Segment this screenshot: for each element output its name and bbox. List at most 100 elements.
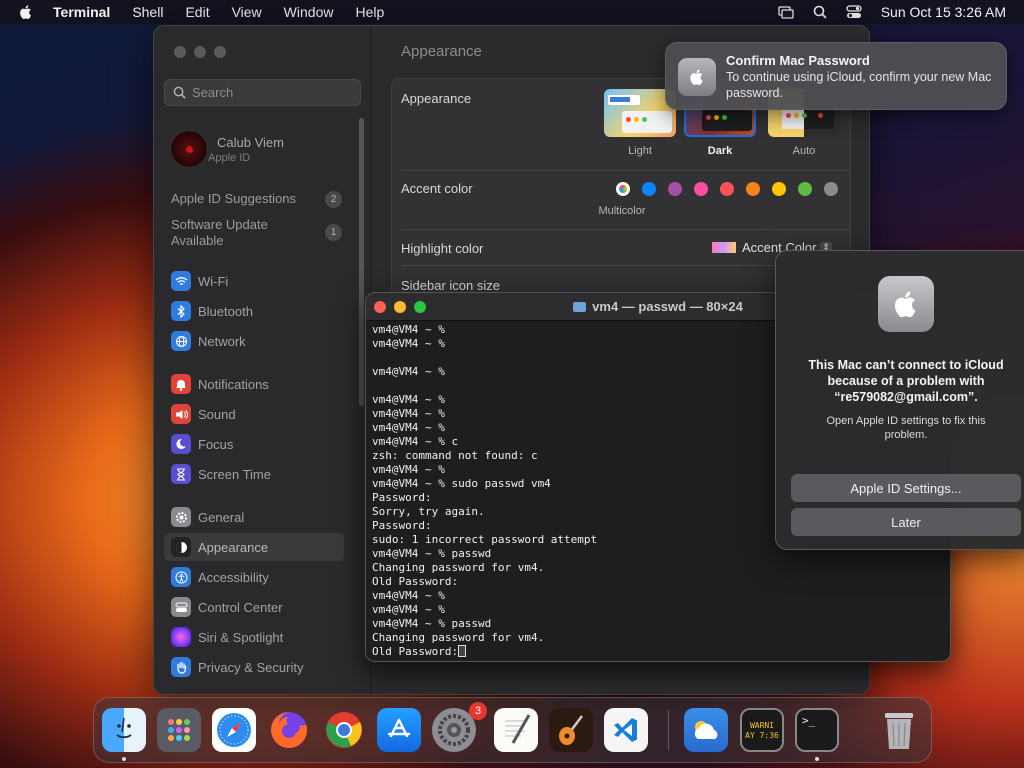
accent-red-swatch[interactable] xyxy=(720,182,734,196)
sidebar-item-label: General xyxy=(198,509,245,525)
terminal-line: vm4@VM4 ~ % xyxy=(372,589,445,602)
network-icon xyxy=(171,331,191,351)
garageband-icon[interactable] xyxy=(549,708,593,752)
menu-window[interactable]: Window xyxy=(273,0,345,24)
accent-green-swatch[interactable] xyxy=(798,182,812,196)
moon-icon xyxy=(171,434,191,454)
sidebar-item-control-center[interactable]: Control Center xyxy=(164,593,344,621)
menu-view[interactable]: View xyxy=(221,0,273,24)
sidebar-item-bluetooth[interactable]: Bluetooth xyxy=(164,297,344,325)
divider xyxy=(401,170,850,171)
sidebar-item-screen-time[interactable]: Screen Time xyxy=(164,460,344,488)
weather-icon[interactable] xyxy=(684,708,728,752)
later-button[interactable]: Later xyxy=(791,508,1021,536)
chrome-icon[interactable] xyxy=(322,708,366,752)
close-button[interactable] xyxy=(174,46,186,58)
sidebar-item-wifi[interactable]: Wi-Fi xyxy=(164,267,344,295)
accent-orange-swatch[interactable] xyxy=(746,182,760,196)
suggestion-label: Apple ID Suggestions xyxy=(171,191,297,206)
appearance-icon xyxy=(171,537,191,557)
sidebar-item-label: Sound xyxy=(198,406,236,422)
software-update-item[interactable]: Software Update Available xyxy=(171,217,316,249)
theme-auto-label: Auto xyxy=(792,145,816,157)
screen-mirroring-icon[interactable] xyxy=(775,4,797,20)
app-store-icon[interactable] xyxy=(377,708,421,752)
theme-light-label: Light xyxy=(628,145,652,157)
apple-id-settings-button[interactable]: Apple ID Settings... xyxy=(791,474,1021,502)
menu-clock[interactable]: Sun Oct 15 3:26 AM xyxy=(871,4,1024,20)
notification-body: To continue using iCloud, confirm your n… xyxy=(726,70,992,100)
sidebar-scrollbar[interactable] xyxy=(359,118,364,406)
speaker-icon xyxy=(171,404,191,424)
sidebar-item-label: Wi-Fi xyxy=(198,273,229,289)
sidebar-item-label: Appearance xyxy=(198,539,269,555)
spotlight-search-icon[interactable] xyxy=(809,4,831,20)
accessibility-icon xyxy=(171,567,191,587)
dock: 3 WARNI AY 7:36 >_ xyxy=(93,697,932,763)
accent-yellow-swatch[interactable] xyxy=(772,182,786,196)
firefox-icon[interactable] xyxy=(267,708,311,752)
accent-blue-swatch[interactable] xyxy=(642,182,656,196)
accent-selected-name: Multicolor xyxy=(598,205,646,217)
vscode-icon[interactable] xyxy=(604,708,648,752)
page-title: Appearance xyxy=(401,43,482,60)
dialog-message: Open Apple ID settings to fix this probl… xyxy=(826,415,986,441)
sidebar-item-siri-spotlight[interactable]: Siri & Spotlight xyxy=(164,623,344,651)
apple-logo-icon xyxy=(678,58,716,96)
menu-help[interactable]: Help xyxy=(344,0,395,24)
search-input[interactable]: Search xyxy=(164,79,361,106)
sidebar-item-label: Focus xyxy=(198,436,234,452)
sidebar-item-focus[interactable]: Focus xyxy=(164,430,344,458)
hand-icon xyxy=(171,657,191,677)
sidebar-item-accessibility[interactable]: Accessibility xyxy=(164,563,344,591)
hourglass-icon xyxy=(171,464,191,484)
menu-shell[interactable]: Shell xyxy=(121,0,174,24)
sidebar-item-label: Accessibility xyxy=(198,569,269,585)
terminal-line: Changing password for vm4. xyxy=(372,561,545,574)
sidebar-item-notifications[interactable]: Notifications xyxy=(164,370,344,398)
accent-multicolor-swatch[interactable] xyxy=(616,182,630,196)
safari-icon[interactable] xyxy=(212,708,256,752)
terminal-line: Old Password: xyxy=(372,645,944,659)
icloud-alert-dialog: This Mac can’t connect to iCloud because… xyxy=(775,250,1024,550)
sidebar-item-label: Control Center xyxy=(198,599,283,615)
sidebar-item-general[interactable]: General xyxy=(164,503,344,531)
finder-icon[interactable] xyxy=(102,708,146,752)
menu-edit[interactable]: Edit xyxy=(174,0,220,24)
count-badge: 1 xyxy=(325,224,342,241)
accent-color-label: Accent color xyxy=(401,181,473,196)
profile-subtitle: Apple ID xyxy=(208,151,251,164)
terminal-line: vm4@VM4 ~ % xyxy=(372,603,445,616)
sidebar-item-network[interactable]: Network xyxy=(164,327,344,355)
textedit-icon[interactable] xyxy=(494,708,538,752)
zoom-button[interactable] xyxy=(214,46,226,58)
sidebar-item-appearance[interactable]: Appearance xyxy=(164,533,344,561)
wifi-icon xyxy=(171,271,191,291)
terminal-icon[interactable]: >_ xyxy=(795,708,839,752)
menu-app-name[interactable]: Terminal xyxy=(42,0,121,24)
minimize-button[interactable] xyxy=(194,46,206,58)
sidebar-item-privacy-security[interactable]: Privacy & Security xyxy=(164,653,344,681)
apple-id-suggestions-item[interactable]: Apple ID Suggestions xyxy=(171,191,316,207)
accent-pink-swatch[interactable] xyxy=(694,182,708,196)
accent-purple-swatch[interactable] xyxy=(668,182,682,196)
launchpad-icon[interactable] xyxy=(157,708,201,752)
highlight-color-label: Highlight color xyxy=(401,241,484,256)
apple-menu-icon[interactable] xyxy=(18,4,34,20)
menu-bar: Terminal Shell Edit View Window Help Sun… xyxy=(0,0,1024,24)
control-center-icon[interactable] xyxy=(843,4,865,20)
sidebar-item-label: Network xyxy=(198,333,246,349)
count-badge: 2 xyxy=(325,191,342,208)
sidebar-item-label: Siri & Spotlight xyxy=(198,629,284,645)
trash-icon[interactable] xyxy=(877,708,921,752)
apple-id-profile[interactable]: Calub Viem Apple ID xyxy=(170,130,284,168)
sidebar-item-sound[interactable]: Sound xyxy=(164,400,344,428)
terminal-line: Old Password: xyxy=(372,575,459,588)
sidebar-item-label: Notifications xyxy=(198,376,269,392)
notification-banner[interactable]: Confirm Mac Password To continue using i… xyxy=(665,42,1007,110)
accent-graphite-swatch[interactable] xyxy=(824,182,838,196)
dialog-title: This Mac can’t connect to iCloud because… xyxy=(808,358,1004,404)
console-icon[interactable]: WARNI AY 7:36 xyxy=(740,708,784,752)
sidebar-item-label: Privacy & Security xyxy=(198,659,304,675)
siri-icon xyxy=(171,627,191,647)
